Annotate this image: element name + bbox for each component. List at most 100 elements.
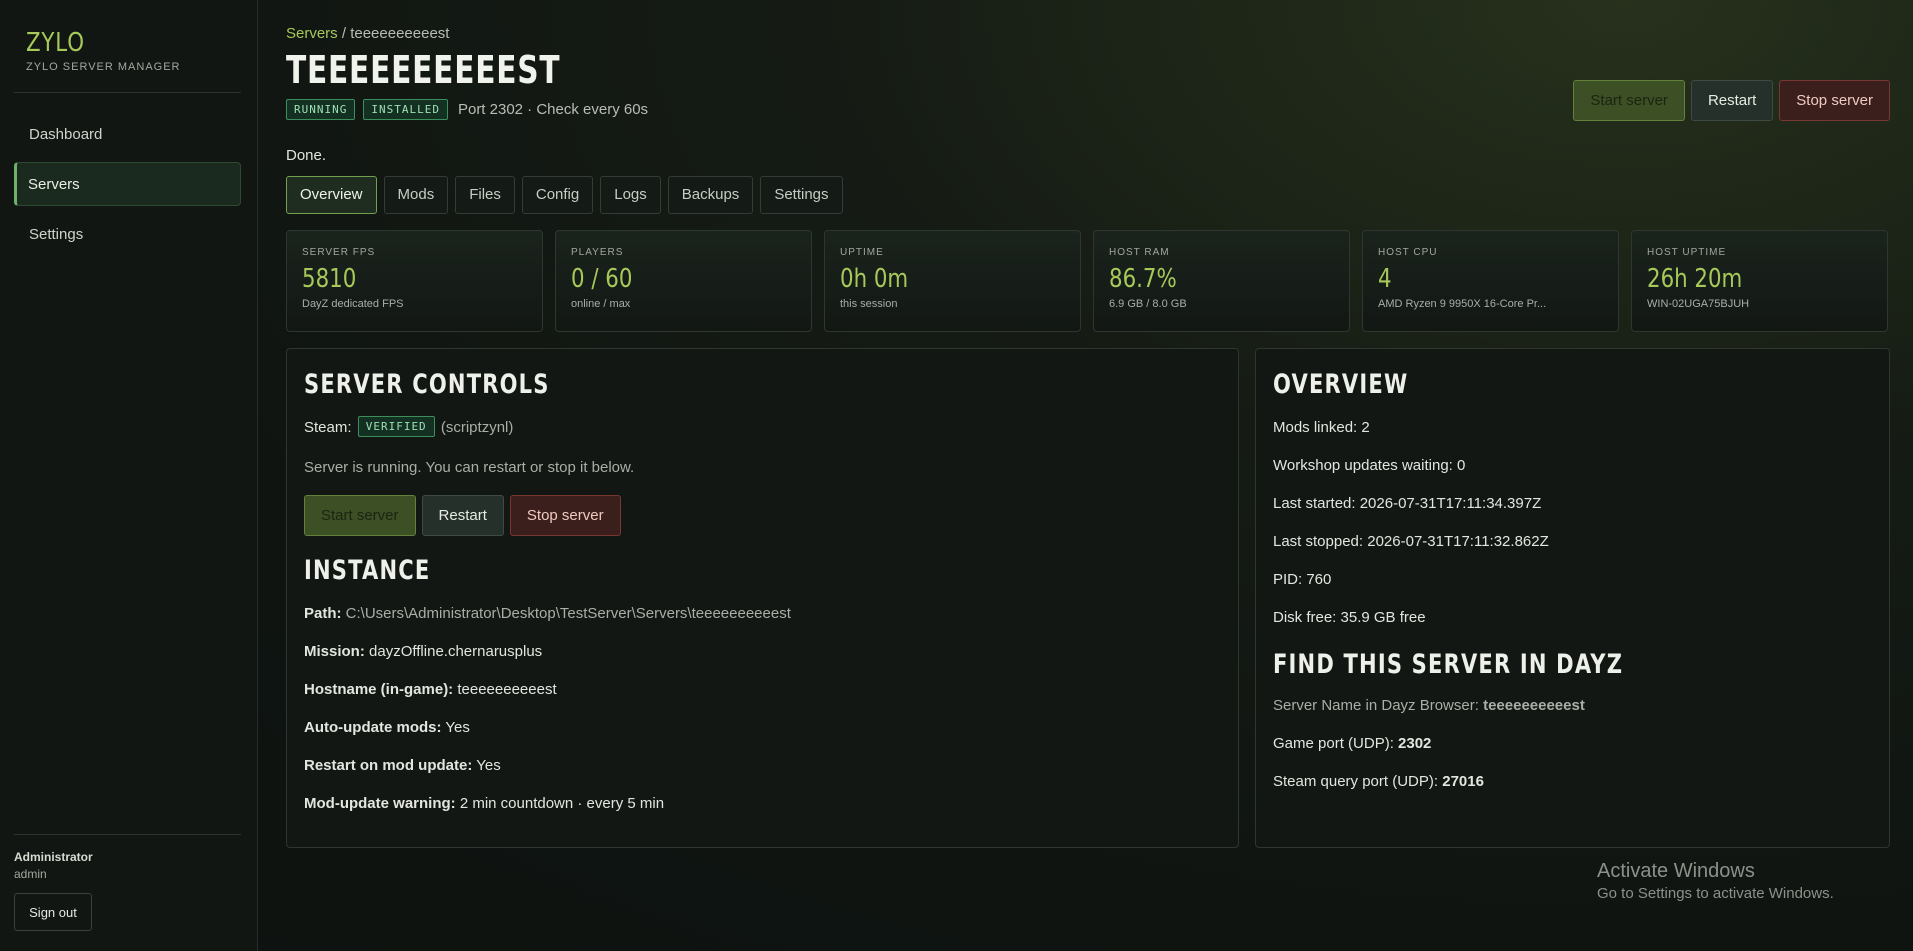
start-server-button[interactable]: Start server: [304, 495, 416, 536]
stat-sub: online / max: [571, 298, 631, 310]
tab-bar: Overview Mods Files Config Logs Backups …: [286, 176, 843, 214]
controls-actions: Start server Restart Stop server: [304, 495, 621, 536]
stat-label: HOST UPTIME: [1647, 247, 1727, 258]
stat-sub: WIN-02UGA75BJUH: [1647, 298, 1750, 310]
tab-config[interactable]: Config: [521, 176, 594, 214]
server-controls-heading: SERVER CONTROLS: [304, 369, 550, 400]
query-port-value: 27016: [1442, 773, 1484, 790]
tab-overview[interactable]: Overview: [286, 176, 377, 214]
stat-value: 4: [1378, 264, 1392, 294]
query-port: Steam query port (UDP): 27016: [1273, 773, 1484, 790]
warning-value: 2 min countdown · every 5 min: [459, 795, 665, 812]
browser-name: Server Name in Dayz Browser: teeeeeeeeee…: [1273, 697, 1585, 714]
page-title: TEEEEEEEEEEST: [286, 48, 561, 92]
hostname-label: Hostname (in-game):: [304, 681, 454, 698]
start-server-button[interactable]: Start server: [1573, 80, 1685, 121]
stat-value: 86.7%: [1109, 264, 1177, 294]
stat-value: 26h 20m: [1647, 264, 1743, 294]
stat-sub: AMD Ryzen 9 9950X 16-Core Pr...: [1378, 298, 1547, 310]
status-badge-running: RUNNING: [286, 99, 356, 120]
tab-backups[interactable]: Backups: [667, 176, 754, 214]
stat-card-host-ram: HOST RAM 86.7% 6.9 GB / 8.0 GB: [1093, 230, 1350, 332]
overview-panel: OVERVIEW Mods linked: 2 Workshop updates…: [1255, 348, 1890, 848]
instance-heading: INSTANCE: [304, 555, 431, 586]
windows-activation-watermark: Activate Windows Go to Settings to activ…: [1597, 860, 1834, 902]
tab-mods[interactable]: Mods: [383, 176, 449, 214]
stat-card-server-fps: SERVER FPS 5810 DayZ dedicated FPS: [286, 230, 543, 332]
autoupdate-label: Auto-update mods:: [304, 719, 442, 736]
brand-subtitle: ZYLO SERVER MANAGER: [26, 61, 181, 73]
brand: ZYLO ZYLO SERVER MANAGER: [26, 28, 181, 73]
user-panel: Administrator admin Sign out: [14, 850, 93, 931]
steam-verified-badge: VERIFIED: [357, 416, 435, 437]
instance-mission: Mission: dayzOffline.chernarusplus: [304, 643, 542, 660]
instance-hostname: Hostname (in-game): teeeeeeeeeest: [304, 681, 557, 698]
browser-name-value: teeeeeeeeeest: [1483, 697, 1585, 714]
sidebar: ZYLO ZYLO SERVER MANAGER Dashboard Serve…: [0, 0, 258, 951]
overview-heading: OVERVIEW: [1273, 369, 1409, 400]
server-controls-panel: SERVER CONTROLS Steam: VERIFIED (scriptz…: [286, 348, 1239, 848]
pid: PID: 760: [1273, 571, 1332, 588]
breadcrumb-separator: /: [341, 25, 347, 42]
instance-mod-warning: Mod-update warning: 2 min countdown · ev…: [304, 795, 664, 812]
stat-value: 5810: [302, 264, 357, 294]
user-name: Administrator: [14, 850, 93, 864]
sidebar-item-settings[interactable]: Settings: [14, 212, 241, 256]
status-badges: RUNNING INSTALLED Port 2302 · Check ever…: [286, 99, 648, 120]
sidebar-divider: [14, 92, 241, 93]
stat-sub: DayZ dedicated FPS: [302, 298, 404, 310]
mission-label: Mission:: [304, 643, 365, 660]
restart-button[interactable]: Restart: [1690, 80, 1774, 121]
game-port-label: Game port (UDP):: [1273, 735, 1394, 752]
find-server-heading: FIND THIS SERVER IN DAYZ: [1273, 649, 1624, 680]
sidebar-item-servers[interactable]: Servers: [14, 162, 241, 206]
watermark-title: Activate Windows: [1597, 860, 1755, 882]
instance-autoupdate: Auto-update mods: Yes: [304, 719, 470, 736]
breadcrumb-current: teeeeeeeeeest: [350, 25, 450, 42]
controls-message: Server is running. You can restart or st…: [304, 459, 635, 476]
path-value: C:\Users\Administrator\Desktop\TestServe…: [345, 605, 791, 622]
game-port: Game port (UDP): 2302: [1273, 735, 1431, 752]
steam-label: Steam:: [304, 419, 352, 436]
breadcrumb: Servers / teeeeeeeeeest: [286, 25, 449, 42]
last-started: Last started: 2026-07-31T17:11:34.397Z: [1273, 495, 1542, 512]
restart-label: Restart on mod update:: [304, 757, 473, 774]
stat-card-players: PLAYERS 0 / 60 online / max: [555, 230, 812, 332]
browser-name-label: Server Name in Dayz Browser:: [1273, 697, 1479, 714]
tab-files[interactable]: Files: [455, 176, 515, 214]
breadcrumb-servers-link[interactable]: Servers: [286, 25, 338, 42]
watermark-subtitle: Go to Settings to activate Windows.: [1597, 885, 1834, 902]
steam-status: Steam: VERIFIED (scriptzynl): [304, 416, 514, 437]
tab-settings[interactable]: Settings: [760, 176, 843, 214]
port-info: Port 2302 · Check every 60s: [457, 101, 649, 118]
stat-cards: SERVER FPS 5810 DayZ dedicated FPS PLAYE…: [286, 230, 1888, 332]
sidebar-bottom-divider: [14, 834, 241, 835]
restart-button[interactable]: Restart: [421, 495, 504, 536]
stat-label: HOST RAM: [1109, 247, 1170, 258]
stat-value: 0h 0m: [840, 264, 909, 294]
sign-out-button[interactable]: Sign out: [14, 893, 92, 931]
autoupdate-value: Yes: [445, 719, 470, 736]
stat-sub: 6.9 GB / 8.0 GB: [1109, 298, 1187, 310]
tab-logs[interactable]: Logs: [600, 176, 661, 214]
path-label: Path:: [304, 605, 342, 622]
stat-card-uptime: UPTIME 0h 0m this session: [824, 230, 1081, 332]
steam-user: (scriptzynl): [440, 419, 514, 436]
stat-card-host-uptime: HOST UPTIME 26h 20m WIN-02UGA75BJUH: [1631, 230, 1888, 332]
instance-restart-on-update: Restart on mod update: Yes: [304, 757, 501, 774]
instance-path: Path: C:\Users\Administrator\Desktop\Tes…: [304, 605, 791, 622]
stat-label: PLAYERS: [571, 247, 624, 258]
workshop-updates: Workshop updates waiting: 0: [1273, 457, 1466, 474]
restart-value: Yes: [476, 757, 501, 774]
stop-server-button[interactable]: Stop server: [1779, 80, 1890, 121]
header-actions: Start server Restart Stop server: [1573, 80, 1890, 121]
stat-label: HOST CPU: [1378, 247, 1438, 258]
stat-label: SERVER FPS: [302, 247, 376, 258]
stat-label: UPTIME: [840, 247, 884, 258]
stop-server-button[interactable]: Stop server: [509, 495, 621, 536]
user-role: admin: [14, 867, 47, 881]
status-badge-installed: INSTALLED: [363, 99, 448, 120]
sidebar-item-dashboard[interactable]: Dashboard: [14, 112, 241, 156]
last-stopped: Last stopped: 2026-07-31T17:11:32.862Z: [1273, 533, 1549, 550]
mods-linked: Mods linked: 2: [1273, 419, 1370, 436]
